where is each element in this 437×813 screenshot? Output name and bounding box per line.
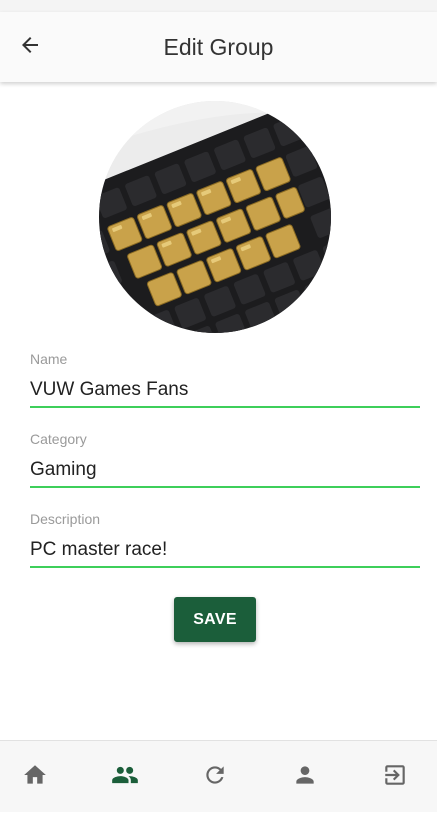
description-input[interactable] xyxy=(30,534,420,568)
description-label: Description xyxy=(30,511,101,527)
nav-logout[interactable] xyxy=(365,741,425,813)
status-strip xyxy=(0,0,437,12)
nav-refresh[interactable] xyxy=(185,741,245,813)
groups-icon xyxy=(111,761,139,794)
category-input[interactable] xyxy=(30,454,420,488)
group-photo[interactable] xyxy=(99,101,331,333)
category-label: Category xyxy=(30,431,87,447)
name-label: Name xyxy=(30,351,68,367)
name-input[interactable] xyxy=(30,374,420,408)
name-field: Name xyxy=(30,350,420,408)
nav-groups[interactable] xyxy=(95,741,155,813)
bottom-nav xyxy=(0,740,437,812)
nav-profile[interactable] xyxy=(275,741,335,813)
category-field: Category xyxy=(30,430,420,488)
page-title: Edit Group xyxy=(163,34,274,60)
description-field: Description xyxy=(30,510,420,568)
person-icon xyxy=(292,762,318,793)
arrow-back-icon xyxy=(18,33,42,62)
home-icon xyxy=(22,762,48,793)
logout-icon xyxy=(382,762,408,793)
save-button[interactable]: SAVE xyxy=(174,597,256,642)
refresh-icon xyxy=(202,762,228,793)
app-bar: Edit Group xyxy=(0,12,437,82)
nav-home[interactable] xyxy=(5,741,65,813)
back-button[interactable] xyxy=(10,29,50,65)
